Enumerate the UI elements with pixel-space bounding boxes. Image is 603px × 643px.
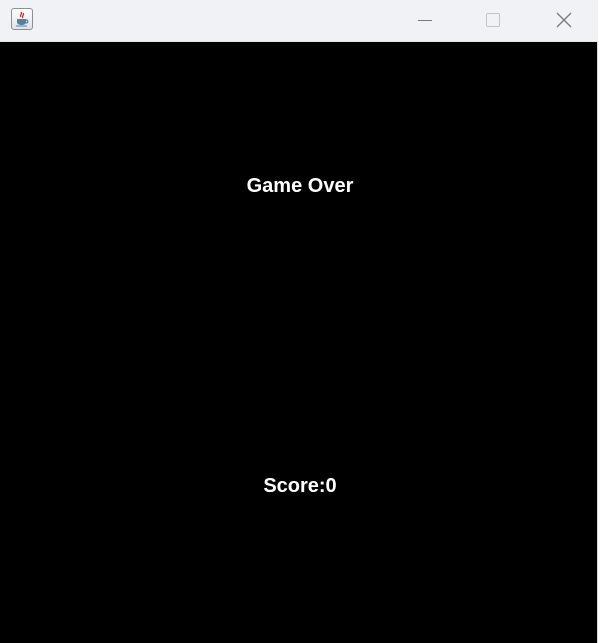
- title-bar[interactable]: [0, 0, 598, 42]
- score-text: Score:0: [263, 475, 337, 497]
- game-window: Game Over Score:0: [0, 0, 598, 643]
- minimize-icon: [418, 20, 432, 21]
- java-coffee-cup-icon[interactable]: [11, 8, 33, 30]
- game-canvas[interactable]: Game Over Score:0: [0, 42, 597, 643]
- close-button[interactable]: [541, 0, 587, 41]
- game-over-text: Game Over: [246, 175, 354, 197]
- maximize-icon: [486, 13, 500, 27]
- resize-edge-marker: ⋮: [599, 100, 603, 114]
- close-icon: [556, 12, 572, 28]
- maximize-button[interactable]: [470, 0, 516, 41]
- minimize-button[interactable]: [402, 0, 448, 41]
